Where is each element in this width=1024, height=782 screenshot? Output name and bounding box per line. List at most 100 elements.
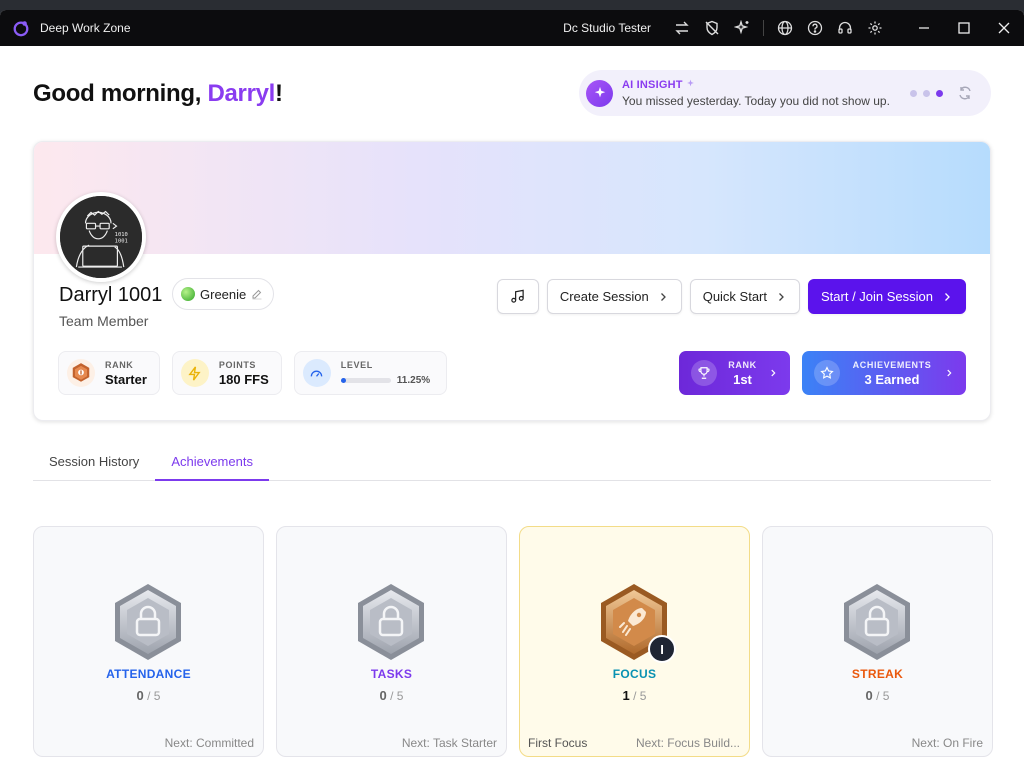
rank-pill-label: RANK (728, 359, 757, 370)
achievement-hex-badge-icon (115, 584, 181, 660)
create-session-label: Create Session (559, 289, 649, 304)
insight-dot-3[interactable] (936, 90, 943, 97)
start-join-session-button[interactable]: Start / Join Session (808, 279, 966, 314)
app-logo-icon (13, 21, 29, 37)
globe-icon[interactable] (770, 10, 800, 46)
achievement-category: ATTENDANCE (106, 667, 191, 681)
achievement-total: / 5 (872, 689, 890, 703)
chevron-right-icon (947, 369, 952, 377)
maximize-button[interactable] (944, 10, 984, 46)
start-join-label: Start / Join Session (821, 289, 933, 304)
achievement-progress: 1 / 5 (520, 688, 749, 703)
achievements-pill-label: ACHIEVEMENTS (852, 359, 932, 370)
greeting-name: Darryl (207, 80, 276, 107)
level-progress: 11.25% (340, 372, 430, 387)
achievement-level-badge: I (648, 635, 676, 663)
headset-icon[interactable] (830, 10, 860, 46)
achievement-card-streak[interactable]: STREAK 0 / 5 Next: On Fire (762, 526, 993, 757)
achievement-progress: 0 / 5 (763, 688, 992, 703)
achievement-earned-name: First Focus (528, 736, 588, 750)
titlebar-divider (763, 20, 764, 36)
achievement-cards: ATTENDANCE 0 / 5 Next: Committed TASKS 0… (33, 526, 993, 757)
achievement-hex-badge-icon (844, 584, 910, 660)
chevron-right-icon (945, 292, 950, 301)
profile-name: Darryl 1001 (59, 284, 163, 306)
rank-pill-value: 1st (733, 371, 752, 387)
achievement-current: 0 (865, 688, 873, 703)
achievements-pill-value: 3 Earned (864, 371, 920, 387)
profile-tabs: Session History Achievements (33, 443, 991, 481)
badge-greenie[interactable]: Greenie (172, 278, 275, 310)
sparkles-icon[interactable] (727, 10, 757, 46)
chevron-right-icon (660, 292, 666, 301)
greeting-prefix: Good morning, (33, 80, 208, 107)
achievement-card-attendance[interactable]: ATTENDANCE 0 / 5 Next: Committed (33, 526, 264, 757)
title-bar: Deep Work Zone Dc Studio Tester (0, 10, 1024, 46)
chevron-right-icon (771, 369, 776, 377)
achievement-category: TASKS (370, 667, 413, 681)
stat-rank: RANK Starter (58, 351, 160, 395)
achievement-next: Next: Task Starter (401, 736, 497, 750)
small-sparkle-icon (687, 79, 694, 86)
profile-banner (34, 142, 990, 254)
profile-role: Team Member (59, 313, 149, 329)
achievement-card-focus[interactable]: FOCUS 1 / 5 First Focus Next: Focus Buil… (519, 526, 750, 757)
badge-label: Greenie (200, 286, 247, 302)
avatar[interactable]: 1010 1001 (56, 192, 146, 282)
achievement-card-tasks[interactable]: TASKS 0 / 5 Next: Task Starter (276, 526, 507, 757)
achievement-total: / 5 (629, 689, 647, 703)
tab-achievements[interactable]: Achievements (155, 443, 269, 481)
achievement-current: 0 (379, 688, 387, 703)
summary-pills: RANK 1st ACHIEVEMENTS 3 Earned (679, 351, 966, 395)
achievement-total: / 5 (386, 689, 404, 703)
rank-pill-button[interactable]: RANK 1st (679, 351, 790, 395)
achievement-category: FOCUS (612, 667, 657, 681)
rank-value: Starter (105, 371, 147, 387)
lightning-icon (180, 359, 209, 387)
level-progress-fill (340, 377, 347, 383)
create-session-button[interactable]: Create Session (546, 279, 682, 314)
speedometer-icon (302, 359, 331, 387)
avatar-illustration: 1010 1001 (60, 196, 142, 278)
avatar-binary-text: 1010 1001 (115, 232, 128, 244)
greeting-heading: Good morning, Darryl! (33, 80, 283, 108)
greeting-suffix: ! (275, 80, 283, 107)
rank-medal-icon (67, 359, 95, 387)
achievement-progress: 0 / 5 (277, 688, 506, 703)
shield-off-icon[interactable] (697, 10, 727, 46)
achievement-current: 1 (622, 688, 630, 703)
ai-insight-banner[interactable]: AI INSIGHT You missed yesterday. Today y… (579, 70, 991, 116)
achievement-category: STREAK (851, 667, 904, 681)
achievement-total: / 5 (143, 689, 161, 703)
insight-dot-2[interactable] (923, 90, 930, 97)
achievements-pill-button[interactable]: ACHIEVEMENTS 3 Earned (802, 351, 966, 395)
current-user-name[interactable]: Dc Studio Tester (563, 21, 651, 35)
quick-start-button[interactable]: Quick Start (689, 279, 800, 314)
achievement-next: Next: Committed (164, 736, 254, 750)
music-button[interactable] (496, 279, 539, 314)
greenie-orb-icon (181, 287, 195, 301)
achievement-next: Next: Focus Build... (635, 736, 740, 750)
profile-card: 1010 1001 Darryl 1001 Team Member Greenie… (33, 141, 991, 421)
music-note-icon (511, 289, 525, 303)
stat-points: POINTS 180 FFS (171, 351, 282, 395)
points-value: 180 FFS (218, 371, 269, 387)
minimize-button[interactable] (904, 10, 944, 46)
app-title: Deep Work Zone (40, 21, 131, 35)
points-label: POINTS (218, 359, 257, 370)
settings-gear-icon[interactable] (860, 10, 890, 46)
stat-level: LEVEL 11.25% (293, 351, 448, 395)
switch-icon[interactable] (667, 10, 697, 46)
chevron-right-icon (779, 292, 784, 301)
tab-session-history[interactable]: Session History (33, 443, 155, 481)
ai-insight-label-text: AI INSIGHT (622, 78, 683, 91)
insight-dot-1[interactable] (910, 90, 917, 97)
edit-icon[interactable] (251, 288, 263, 300)
close-button[interactable] (984, 10, 1024, 46)
help-icon[interactable] (800, 10, 830, 46)
achievement-progress: 0 / 5 (34, 688, 263, 703)
refresh-icon[interactable] (957, 85, 973, 101)
rank-label: RANK (105, 359, 134, 370)
level-progress-bar (340, 377, 391, 383)
achievement-current: 0 (136, 688, 144, 703)
